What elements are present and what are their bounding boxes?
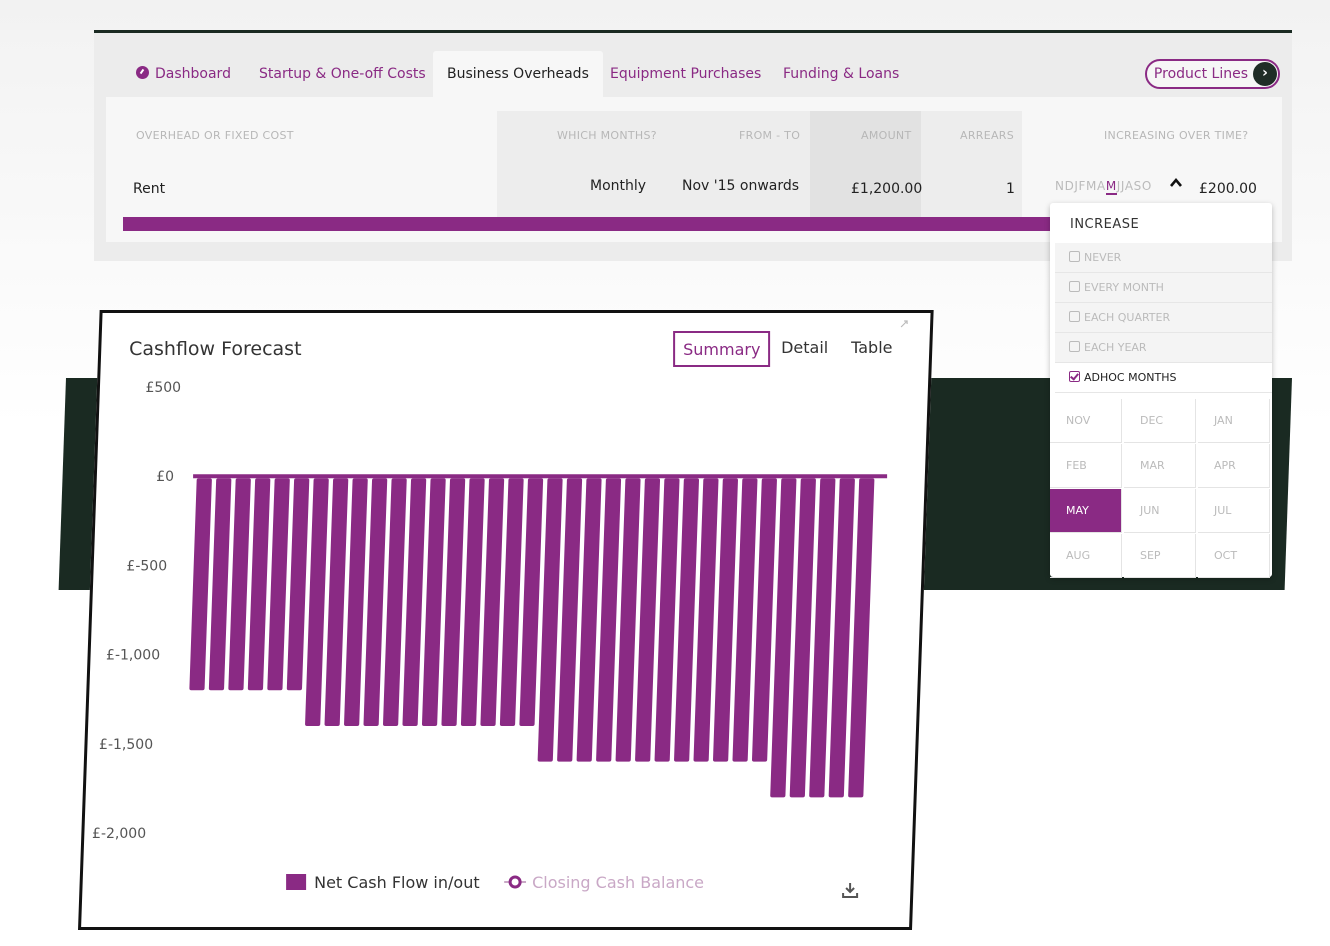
download-icon[interactable] <box>841 881 859 899</box>
option-label: EVERY MONTH <box>1084 281 1164 294</box>
legend-swatch-net <box>286 874 307 890</box>
month-cell-feb[interactable]: FEB <box>1050 444 1122 488</box>
tab-label: Funding & Loans <box>783 66 900 82</box>
month-cell-oct[interactable]: OCT <box>1198 534 1270 578</box>
y-tick-label: £-1,500 <box>99 737 153 753</box>
month-selected: M <box>1105 179 1117 195</box>
y-tick-label: £0 <box>156 469 174 485</box>
bar-net-cash[interactable] <box>441 478 466 726</box>
month-cell-jul[interactable]: JUL <box>1198 489 1270 533</box>
month-cell-may[interactable]: MAY <box>1050 489 1122 533</box>
months-before: NDJFMA <box>1055 179 1106 193</box>
chevron-up-icon[interactable] <box>1170 177 1182 189</box>
y-tick-label: £-2,000 <box>92 826 146 842</box>
bar-net-cash[interactable] <box>324 478 349 726</box>
month-cell-aug[interactable]: AUG <box>1050 534 1122 578</box>
month-cell-dec[interactable]: DEC <box>1124 399 1196 443</box>
checkbox-checked-icon[interactable] <box>1069 371 1080 382</box>
tab-startup-costs[interactable]: Startup & One-off Costs <box>259 51 426 97</box>
bar-net-cash[interactable] <box>344 478 368 726</box>
month-cell-nov[interactable]: NOV <box>1050 399 1122 443</box>
row-increase-amount[interactable]: £200.00 <box>1199 181 1257 197</box>
legend-closing-balance[interactable]: Closing Cash Balance <box>504 873 704 892</box>
tab-label: Equipment Purchases <box>610 66 762 82</box>
product-lines-button[interactable]: Product Lines › <box>1144 59 1280 89</box>
checkbox-icon[interactable] <box>1069 311 1080 322</box>
month-grid: NOV DEC JAN FEB MAR APR MAY JUN JUL AUG SEP OCT <box>1050 399 1272 578</box>
tab-bar: Dashboard Startup & One-off Costs Busine… <box>114 51 1284 97</box>
chart-legend: Net Cash Flow in/out Closing Cash Balanc… <box>81 871 909 901</box>
row-name[interactable]: Rent <box>133 181 165 197</box>
bar-net-cash[interactable] <box>305 478 329 726</box>
bar-net-cash[interactable] <box>286 478 310 691</box>
y-tick-label: £500 <box>145 380 181 396</box>
increase-option-every-month[interactable]: EVERY MONTH <box>1055 273 1272 303</box>
header-increasing: INCREASING OVER TIME? <box>1104 129 1249 142</box>
header-arrears: ARREARS <box>960 129 1015 142</box>
chevron-right-icon: › <box>1253 62 1277 86</box>
option-label: EACH QUARTER <box>1084 311 1171 324</box>
legend-net-label: Net Cash Flow in/out <box>314 873 480 892</box>
tab-label: Startup & One-off Costs <box>259 66 426 82</box>
option-label: NEVER <box>1084 251 1122 264</box>
bar-net-cash[interactable] <box>480 478 505 726</box>
option-label: EACH YEAR <box>1084 341 1147 354</box>
bar-net-cash[interactable] <box>402 478 427 726</box>
month-cell-mar[interactable]: MAR <box>1124 444 1196 488</box>
row-amount[interactable]: £1,200.00 <box>851 181 922 197</box>
header-amount: AMOUNT <box>861 129 912 142</box>
bar-net-cash[interactable] <box>189 478 212 691</box>
legend-marker-closing <box>504 875 527 889</box>
header-cost: OVERHEAD OR FIXED COST <box>136 129 294 142</box>
product-lines-label: Product Lines <box>1153 66 1248 82</box>
increase-option-adhoc-months[interactable]: ADHOC MONTHS <box>1055 363 1272 393</box>
bar-net-cash[interactable] <box>460 478 485 726</box>
chart-card: Cashflow Forecast Summary Detail Table £… <box>78 310 934 930</box>
months-after: JJASO <box>1116 179 1152 193</box>
bar-net-cash[interactable] <box>267 478 290 691</box>
bar-net-cash[interactable] <box>228 478 251 691</box>
y-tick-label: £-1,000 <box>106 648 160 664</box>
checkbox-icon[interactable] <box>1069 281 1080 292</box>
increase-option-never[interactable]: NEVER <box>1055 243 1272 273</box>
bar-net-cash[interactable] <box>383 478 407 726</box>
row-arrears[interactable]: 1 <box>1006 181 1015 197</box>
month-cell-jun[interactable]: JUN <box>1124 489 1196 533</box>
row-progress-bar <box>123 217 1063 231</box>
bar-net-cash[interactable] <box>208 478 232 691</box>
row-which-months[interactable]: Monthly <box>590 178 646 194</box>
bar-net-cash[interactable] <box>247 478 271 691</box>
header-from-to: FROM - TO <box>739 129 801 142</box>
checkbox-icon[interactable] <box>1069 251 1080 262</box>
increase-option-each-year[interactable]: EACH YEAR <box>1055 333 1272 363</box>
bar-net-cash[interactable] <box>499 478 524 726</box>
increase-dropdown: INCREASE NEVER EVERY MONTH EACH QUARTER EAC… <box>1050 203 1272 578</box>
dashboard-icon <box>136 66 149 79</box>
month-cell-apr[interactable]: APR <box>1198 444 1270 488</box>
bar-net-cash[interactable] <box>421 478 446 726</box>
tab-dashboard[interactable]: Dashboard <box>136 51 231 97</box>
y-tick-label: £-500 <box>126 558 167 574</box>
expand-icon[interactable] <box>899 319 909 329</box>
tab-equipment-purchases[interactable]: Equipment Purchases <box>610 51 761 97</box>
checkbox-icon[interactable] <box>1069 341 1080 352</box>
tab-label: Business Overheads <box>447 66 589 82</box>
month-cell-sep[interactable]: SEP <box>1124 534 1196 578</box>
month-cell-jan[interactable]: JAN <box>1198 399 1270 443</box>
row-from-to[interactable]: Nov '15 onwards <box>682 178 799 194</box>
month-strip[interactable]: NDJFMAMJJASO <box>1055 179 1152 195</box>
cashflow-chart: £500 £0 £-500 £-1,000 £-1,500 £-2,000 <box>92 380 888 842</box>
increase-option-each-quarter[interactable]: EACH QUARTER <box>1055 303 1272 333</box>
legend-net-cash[interactable]: Net Cash Flow in/out <box>286 873 480 892</box>
tab-label: Dashboard <box>155 66 231 82</box>
net-cash-bars <box>189 478 875 798</box>
option-label: ADHOC MONTHS <box>1084 371 1177 384</box>
legend-closing-label: Closing Cash Balance <box>532 873 705 892</box>
tab-business-overheads[interactable]: Business Overheads <box>433 51 603 97</box>
header-which-months: WHICH MONTHS? <box>557 129 657 142</box>
bar-net-cash[interactable] <box>363 478 388 726</box>
tab-funding-loans[interactable]: Funding & Loans <box>783 51 899 97</box>
bar-net-cash[interactable] <box>519 478 544 726</box>
dropdown-title: INCREASE <box>1070 217 1140 232</box>
